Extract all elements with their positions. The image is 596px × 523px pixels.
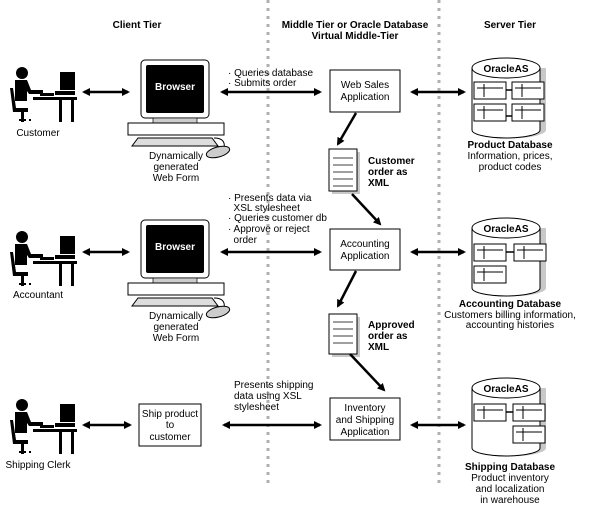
server-tier-header: Server Tier xyxy=(484,20,536,31)
doc-label: XML xyxy=(368,342,389,353)
client-caption: generated xyxy=(153,162,198,173)
db-brand: OracleAS xyxy=(483,384,528,395)
app-label: Application xyxy=(341,251,390,262)
app-label: Inventory xyxy=(344,403,385,414)
arrow-websales-doc xyxy=(336,112,358,146)
doc-label: order as xyxy=(368,331,408,342)
app-label: Web Sales xyxy=(341,80,389,91)
app-label: Application xyxy=(341,92,390,103)
computer-icon xyxy=(127,59,232,161)
web-sales-app-box xyxy=(329,69,401,113)
db-desc: Product inventory xyxy=(471,473,549,484)
link-note: order xyxy=(228,235,258,246)
db-title: Product Database xyxy=(467,140,552,151)
client-caption: Dynamically xyxy=(149,151,203,162)
doc-label: XML xyxy=(368,178,389,189)
middle-tier-header-line2: Virtual Middle-Tier xyxy=(312,31,399,42)
actor-accountant: Accountant xyxy=(13,290,63,301)
browser-label: Browser xyxy=(155,242,195,253)
client-box-label: Ship product xyxy=(142,409,198,420)
arrow-accounting-doc xyxy=(336,270,358,308)
link-note: · Queries customer db xyxy=(228,213,327,224)
client-caption: Web Form xyxy=(153,333,200,344)
client-box-label: customer xyxy=(149,432,191,443)
app-label: and Shipping xyxy=(336,415,394,426)
doc-label: Approved xyxy=(368,320,415,331)
link-note: data using XSL xyxy=(234,391,302,402)
db-brand: OracleAS xyxy=(483,64,528,75)
xml-document-icon xyxy=(328,313,360,357)
db-title: Shipping Database xyxy=(465,462,555,473)
db-desc: in warehouse xyxy=(480,495,540,506)
link-note: Presents shipping xyxy=(234,380,314,391)
link-note: · Submits order xyxy=(228,78,297,89)
client-caption: generated xyxy=(153,322,198,333)
accountant-person-icon xyxy=(9,230,78,287)
db-desc: Information, prices, xyxy=(467,151,552,162)
shipping-clerk-person-icon xyxy=(9,398,78,455)
client-box-label: to xyxy=(166,420,175,431)
browser-label: Browser xyxy=(155,82,195,93)
doc-label: Customer xyxy=(368,156,415,167)
architecture-diagram: Client Tier Middle Tier or Oracle Databa… xyxy=(0,0,596,523)
app-label: Application xyxy=(341,427,390,438)
app-label: Accounting xyxy=(340,239,389,250)
db-title: Accounting Database xyxy=(459,299,562,310)
db-desc: and localization xyxy=(476,484,545,495)
doc-label: order as xyxy=(368,167,408,178)
client-tier-header: Client Tier xyxy=(113,20,162,31)
actor-customer: Customer xyxy=(16,128,60,139)
arrow-doc-accounting xyxy=(351,193,382,226)
link-note: · Approve or reject xyxy=(228,224,310,235)
link-note: stylesheet xyxy=(234,402,279,413)
customer-person-icon xyxy=(9,66,78,123)
db-desc: product codes xyxy=(479,162,542,173)
db-brand: OracleAS xyxy=(483,224,528,235)
db-desc: accounting histories xyxy=(466,320,554,331)
diagram-canvas: Client Tier Middle Tier or Oracle Databa… xyxy=(5,0,576,506)
client-caption: Dynamically xyxy=(149,311,203,322)
computer-icon xyxy=(127,219,232,321)
actor-shipping-clerk: Shipping Clerk xyxy=(5,460,71,471)
middle-tier-header-line1: Middle Tier or Oracle Database xyxy=(282,20,429,31)
client-caption: Web Form xyxy=(153,173,200,184)
arrow-doc-inventory xyxy=(349,353,386,392)
xml-document-icon xyxy=(328,148,360,194)
